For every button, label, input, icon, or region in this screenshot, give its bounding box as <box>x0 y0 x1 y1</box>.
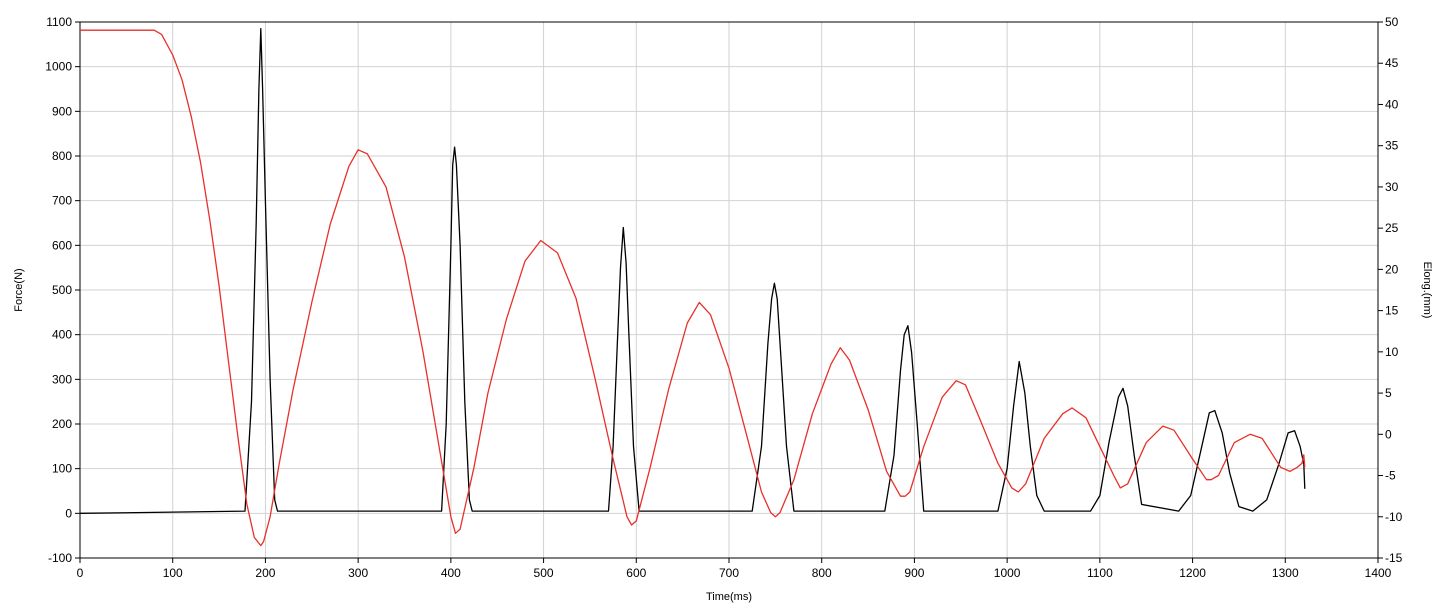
x-tick-label: 1200 <box>1179 566 1206 580</box>
y-right-tick-label: -10 <box>1385 510 1403 524</box>
y-right-tick-label: 30 <box>1385 180 1399 194</box>
x-tick-label: 400 <box>441 566 461 580</box>
x-tick-label: 700 <box>719 566 739 580</box>
x-tick-label: 1100 <box>1087 566 1113 580</box>
y-right-tick-label: 10 <box>1385 345 1399 359</box>
y-right-tick-label: 45 <box>1385 56 1399 70</box>
y-right-tick-label: 35 <box>1385 139 1399 153</box>
y-left-tick-label: 700 <box>52 194 72 208</box>
y-right-tick-label: -5 <box>1385 469 1396 483</box>
y-left-tick-label: 600 <box>52 238 72 252</box>
dual-axis-line-chart: 0 100 200 300 400 500 600 700 800 900 1000 1100 1200… <box>13 15 1433 603</box>
series-layer <box>79 28 1306 547</box>
y-left-tick-label: 1000 <box>45 60 72 74</box>
grid-lines <box>79 21 1379 559</box>
y-left-tick-label: 900 <box>52 104 72 118</box>
y-left-tick-label: 200 <box>52 417 72 431</box>
y-right-tick-label: -15 <box>1385 551 1403 565</box>
y-left-tick-label: 500 <box>52 283 72 297</box>
y-right-tick-label: 25 <box>1385 221 1399 235</box>
y-right-tick-label: 5 <box>1385 386 1392 400</box>
x-tick-label: 1300 <box>1272 566 1299 580</box>
x-tick-label: 0 <box>77 566 84 580</box>
axis-ticks: 0 100 200 300 400 500 600 700 800 900 1000 1100 1200… <box>45 15 1402 580</box>
y-left-tick-label: 800 <box>52 149 72 163</box>
y-axis-left-title: Force(N) <box>13 268 25 311</box>
y-right-tick-label: 50 <box>1385 15 1399 29</box>
y-left-tick-label: -100 <box>48 551 72 565</box>
y-right-tick-label: 20 <box>1385 262 1399 276</box>
y-left-tick-label: 1100 <box>46 15 72 29</box>
y-left-tick-label: 300 <box>52 372 72 386</box>
y-left-tick-label: 0 <box>65 506 72 520</box>
y-right-tick-label: 0 <box>1385 427 1392 441</box>
y-right-tick-label: 40 <box>1385 97 1399 111</box>
y-left-tick-label: 100 <box>52 462 72 476</box>
x-tick-label: 100 <box>163 566 183 580</box>
force-series-line <box>79 28 1306 514</box>
x-tick-label: 300 <box>348 566 368 580</box>
y-axis-right-title: Elong.(mm) <box>1421 262 1433 319</box>
y-right-tick-label: 15 <box>1385 304 1399 318</box>
x-tick-label: 200 <box>255 566 275 580</box>
x-axis-title: Time(ms) <box>706 591 752 603</box>
x-tick-label: 900 <box>904 566 924 580</box>
x-tick-label: 600 <box>626 566 646 580</box>
x-tick-label: 800 <box>812 566 832 580</box>
x-tick-label: 1000 <box>994 566 1021 580</box>
x-tick-label: 1400 <box>1365 566 1392 580</box>
y-left-tick-label: 400 <box>52 328 72 342</box>
x-tick-label: 500 <box>534 566 554 580</box>
